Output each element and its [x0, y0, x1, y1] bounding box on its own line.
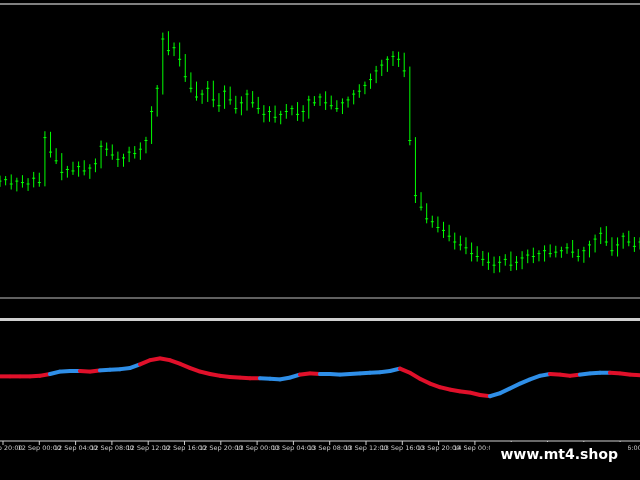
price-panel	[0, 3, 640, 299]
indicator-segment	[628, 372, 640, 378]
panel-separator	[0, 318, 640, 321]
chart: 9 Sep 20:0012 Sep 00:0012 Sep 04:0012 Se…	[0, 3, 640, 452]
indicator-panel	[0, 318, 640, 399]
watermark-text: www.mt4.shop	[490, 442, 628, 468]
